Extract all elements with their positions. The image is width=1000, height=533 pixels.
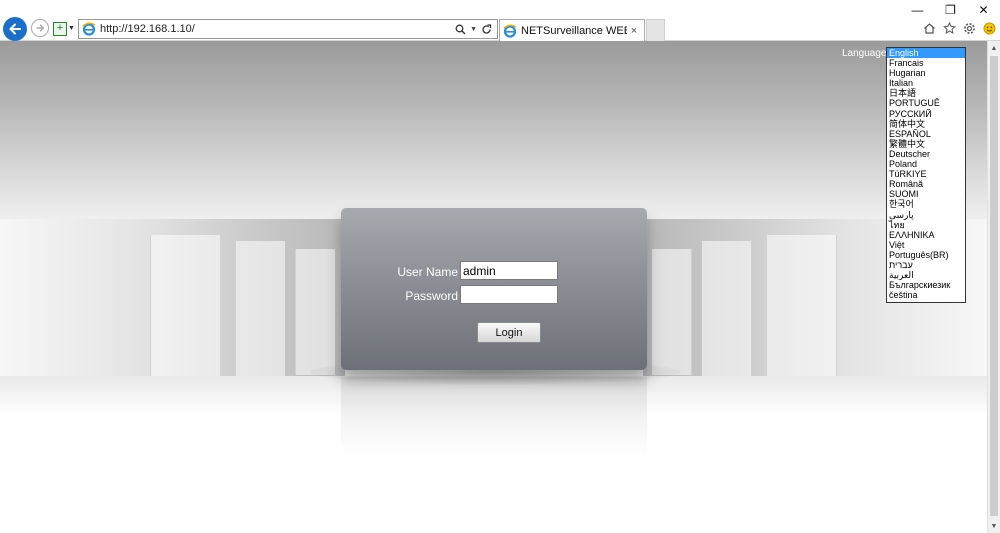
ie-page-icon [82,22,96,36]
vertical-scrollbar[interactable]: ▲ ▼ [987,41,1000,533]
password-input[interactable] [460,285,558,304]
language-option[interactable]: Việt [887,240,965,250]
language-option[interactable]: čeština [887,290,965,300]
language-option[interactable]: 日本語 [887,88,965,98]
close-window-button[interactable]: ✕ [967,0,1000,20]
login-box-reflection [341,377,647,457]
new-tab-button[interactable] [646,19,665,41]
chevron-down-icon: ▼ [68,25,75,32]
back-button[interactable] [3,17,27,41]
language-option[interactable]: עברית [887,260,965,270]
username-input[interactable] [460,261,558,280]
restore-button[interactable]: ❐ [934,0,967,20]
page-viewport: User Name Password Login Language: Engli… [0,41,987,533]
language-option[interactable]: ΕΛΛΗΝΙΚΑ [887,230,965,240]
scroll-down-icon[interactable]: ▼ [988,519,1000,533]
scroll-up-icon[interactable]: ▲ [988,41,1000,55]
language-option[interactable]: ไทย [887,220,965,230]
language-option[interactable]: PORTUGUÊ [887,98,965,108]
address-text: http://192.168.1.10/ [100,23,195,35]
language-select-list[interactable]: English Francais Hugarian Italian 日本語 PORTUGU… [886,47,966,303]
language-option[interactable]: 繁體中文 [887,139,965,149]
language-option[interactable]: Română [887,179,965,189]
language-option[interactable]: SUOMI [887,189,965,199]
address-bar[interactable]: http://192.168.1.10/ ▼ [78,19,498,39]
gear-icon[interactable] [962,21,976,35]
username-label: User Name [397,265,458,279]
forward-arrow-icon [36,24,45,32]
minimize-button[interactable]: — [901,0,934,20]
language-option[interactable]: 한국어 [887,199,965,209]
language-option[interactable]: Българскиезик [887,280,965,290]
compatibility-view-button[interactable]: + ▼ [53,20,75,37]
login-panel: User Name Password Login [341,208,647,370]
smiley-feedback-icon[interactable] [982,21,996,35]
compat-plus-icon: + [53,21,67,36]
language-option[interactable]: 简体中文 [887,119,965,129]
chevron-down-icon[interactable]: ▼ [470,26,477,33]
password-label: Password [405,289,458,303]
language-option[interactable]: العربية [887,270,965,280]
ie-page-icon [503,24,517,38]
language-option[interactable]: ESPAÑOL [887,129,965,139]
language-option[interactable]: Italian [887,78,965,88]
back-arrow-icon [9,23,21,35]
language-option[interactable]: РУССКИЙ [887,109,965,119]
language-label: Language: [842,48,890,59]
home-icon[interactable] [922,21,936,35]
search-icon[interactable] [455,24,466,35]
favorites-star-icon[interactable] [942,21,956,35]
scroll-thumb[interactable] [990,56,998,516]
tab-close-icon[interactable]: × [627,25,641,37]
language-option[interactable]: Português(BR) [887,250,965,260]
browser-chrome: + ▼ http://192.168.1.10/ ▼ NETSurveillan… [0,0,1000,41]
refresh-icon[interactable] [481,23,492,35]
browser-toolbar-icons [922,21,996,35]
language-option[interactable]: TüRKIYE [887,169,965,179]
language-option[interactable]: Hugarian [887,68,965,78]
tab-netsurveillance[interactable]: NETSurveillance WEB × [499,19,645,41]
language-option[interactable]: Francais [887,58,965,68]
login-button[interactable]: Login [477,322,541,343]
language-option[interactable]: Deutscher [887,149,965,159]
window-controls: — ❐ ✕ [901,0,1000,20]
language-option[interactable]: پارسی [887,210,965,220]
forward-button[interactable] [31,19,49,37]
tab-title: NETSurveillance WEB [521,24,627,37]
language-option[interactable]: English [887,48,965,59]
language-option[interactable]: Poland [887,159,965,169]
